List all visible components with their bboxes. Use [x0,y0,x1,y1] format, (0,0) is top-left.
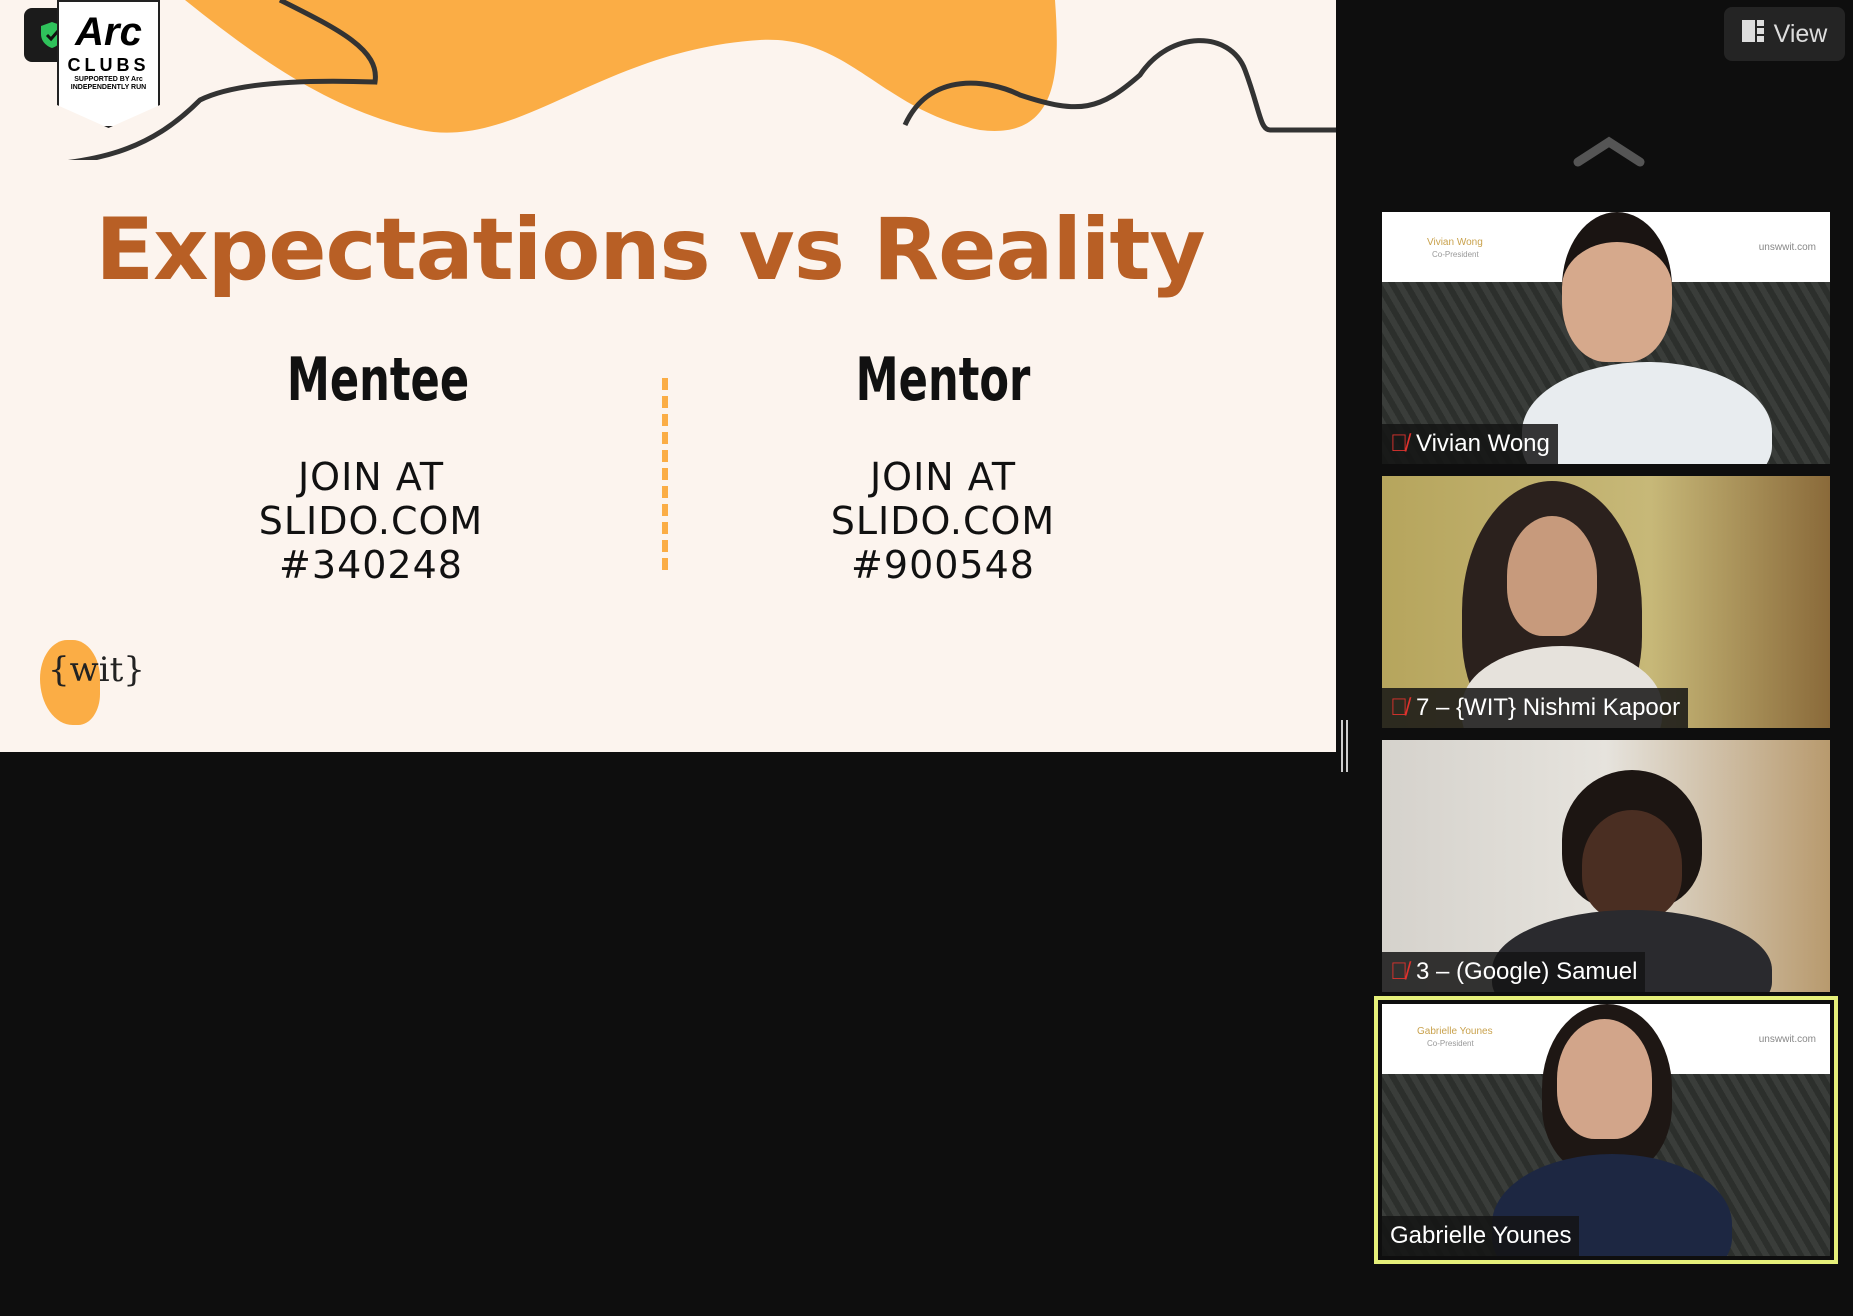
join-line: JOIN AT [297,455,445,499]
muted-mic-icon: 🎙̸ [1390,430,1408,457]
join-line: SLIDO.COM [258,499,484,543]
panel-resize-handle[interactable] [1341,720,1348,772]
banner-site: unswwit.com [1758,1034,1816,1045]
participant-name-label: 🎙̸ 3 – (Google) Samuel [1382,952,1646,992]
mentor-join-info: JOIN AT SLIDO.COM #900548 [783,455,1103,587]
join-code: #340248 [279,543,463,587]
participant-name: Vivian Wong [1416,430,1550,457]
view-button[interactable]: View [1724,7,1845,61]
participant-face [1562,212,1672,362]
mentor-heading: Mentor [855,345,1031,415]
logo-sub2: INDEPENDENTLY RUN [70,84,147,91]
participant-name: Gabrielle Younes [1390,1222,1572,1249]
logo-sub1: SUPPORTED BY Arc [74,76,143,83]
video-tile-gabrielle-younes[interactable]: Gabrielle Younes Co-President unswwit.com … [1382,1004,1830,1256]
banner-site: unswwit.com [1758,242,1816,253]
banner-name: Vivian Wong [1427,237,1483,248]
muted-mic-icon: 🎙̸ [1390,694,1408,721]
shared-slide: Arc CLUBS SUPPORTED BY Arc INDEPENDENTLY… [0,0,1336,752]
participant-face [1507,516,1597,636]
participant-name-label: 🎙̸ Vivian Wong [1382,424,1558,464]
banner-role: Co-President [1427,1039,1474,1048]
banner-role: Co-President [1432,250,1479,259]
participant-name-label: Gabrielle Younes [1382,1216,1580,1256]
join-line: SLIDO.COM [830,499,1056,543]
slide-decoration [67,0,1336,160]
logo-arc-text: Arc [75,10,142,54]
logo-clubs-text: CLUBS [67,55,150,75]
join-code: #900548 [851,543,1035,587]
video-tile-vivian-wong[interactable]: Vivian Wong Co-President unswwit.com 🎙̸ Viv… [1382,212,1830,464]
video-tile-samuel[interactable]: 🎙̸ 3 – (Google) Samuel [1382,740,1830,992]
column-divider [662,378,668,570]
slide-title: Expectations vs Reality [95,200,1205,300]
arc-clubs-logo: Arc CLUBS SUPPORTED BY Arc INDEPENDENTLY… [57,0,160,128]
participant-face [1557,1019,1652,1139]
video-tile-nishmi-kapoor[interactable]: 🎙̸ 7 – {WIT} Nishmi Kapoor [1382,476,1830,728]
mentee-heading: Mentee [286,345,470,415]
grid-layout-icon [1741,19,1764,49]
join-line: JOIN AT [869,455,1017,499]
wit-logo: {wit} [48,650,145,690]
participant-name: 7 – {WIT} Nishmi Kapoor [1416,694,1681,721]
mentee-join-info: JOIN AT SLIDO.COM #340248 [211,455,531,587]
participant-name: 3 – (Google) Samuel [1416,958,1638,985]
banner-name: Gabrielle Younes [1417,1026,1493,1037]
muted-mic-icon: 🎙̸ [1390,958,1408,985]
scroll-up-chevron-icon[interactable] [1572,134,1646,173]
participant-name-label: 🎙̸ 7 – {WIT} Nishmi Kapoor [1382,688,1689,728]
participant-face [1582,810,1682,920]
view-label: View [1773,19,1828,48]
